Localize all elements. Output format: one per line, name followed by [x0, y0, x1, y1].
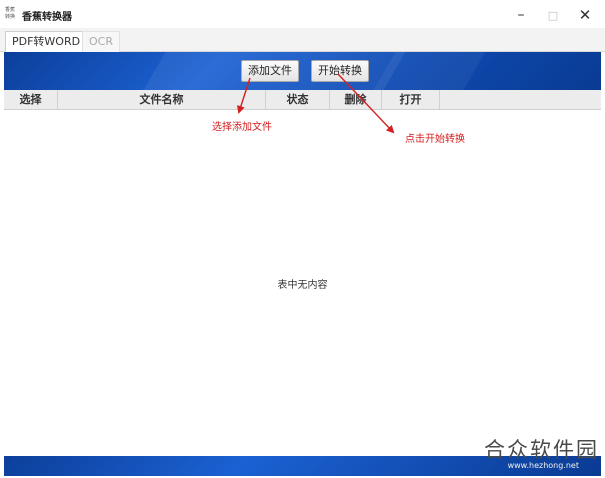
- maximize-icon[interactable]: □: [538, 4, 568, 26]
- app-logo-char: 蕉: [10, 7, 16, 13]
- watermark-logo-text: 合众软件园: [484, 438, 599, 462]
- start-convert-hint: 点击开始转换: [405, 134, 465, 145]
- column-header-delete[interactable]: 删除: [330, 90, 382, 110]
- empty-table-message: 表中无内容: [277, 280, 328, 291]
- column-header-filename[interactable]: 文件名称: [58, 90, 266, 110]
- tab-pdf-to-word[interactable]: PDF转WORD: [5, 31, 88, 52]
- close-icon[interactable]: ✕: [570, 4, 600, 26]
- add-file-button[interactable]: 添加文件: [241, 60, 299, 82]
- watermark-url: www.hezhong.net: [507, 461, 579, 470]
- start-convert-button[interactable]: 开始转换: [311, 60, 369, 82]
- column-header-open[interactable]: 打开: [382, 90, 440, 110]
- column-header-select[interactable]: 选择: [4, 90, 58, 110]
- tab-ocr[interactable]: OCR: [82, 31, 120, 52]
- app-logo-char: 换: [10, 14, 16, 20]
- file-table-header: 选择 文件名称 状态 删除 打开: [4, 90, 601, 110]
- column-header-status[interactable]: 状态: [266, 90, 330, 110]
- toolbar-banner: 添加文件 开始转换: [4, 52, 601, 90]
- title-bar: 香 蕉 转 换 香蕉转换器 – □ ✕: [0, 0, 605, 28]
- minimize-icon[interactable]: –: [506, 4, 536, 26]
- tab-bar: PDF转WORD OCR: [0, 28, 605, 52]
- add-file-hint: 选择添加文件: [212, 122, 272, 133]
- window-title: 香蕉转换器: [22, 12, 72, 23]
- app-logo-icon: 香 蕉 转 换: [5, 7, 17, 21]
